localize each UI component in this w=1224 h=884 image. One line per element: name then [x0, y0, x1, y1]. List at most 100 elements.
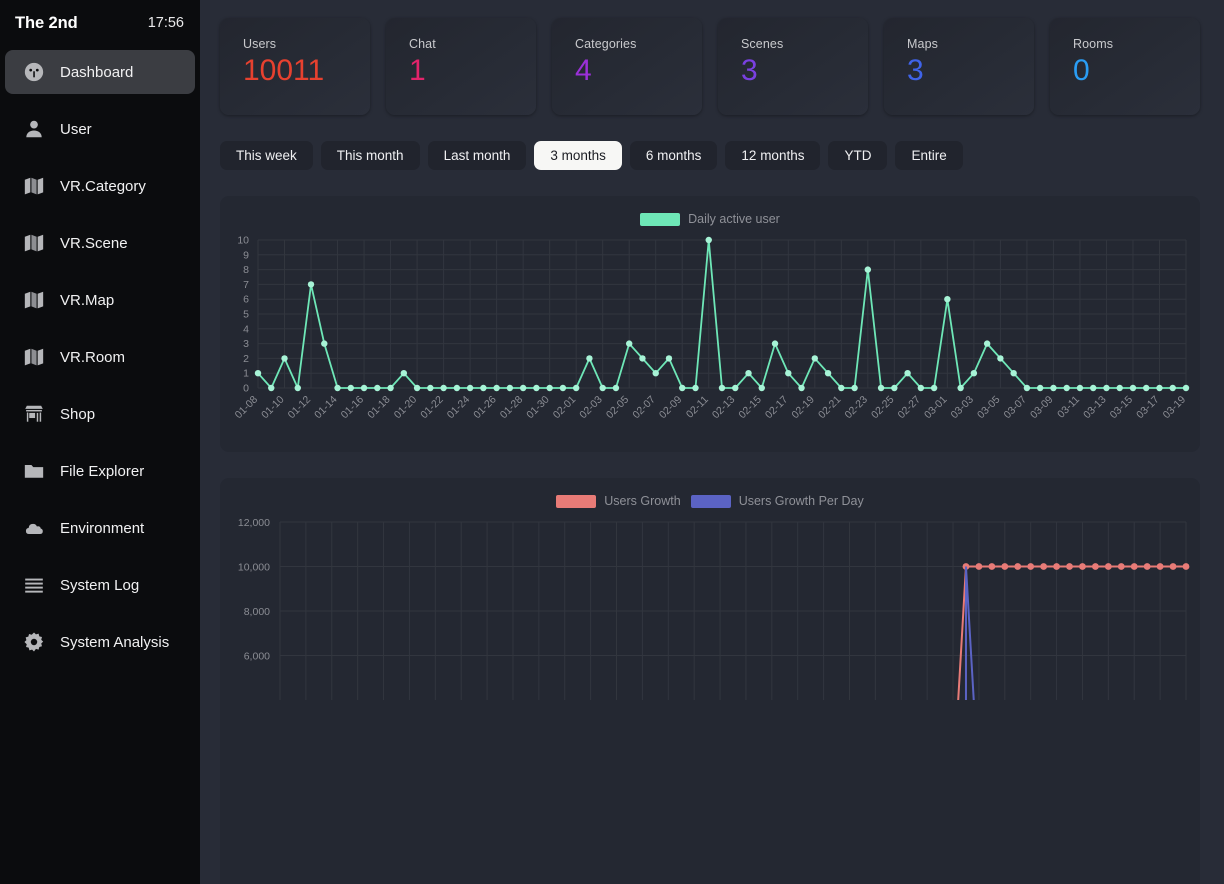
sidebar-item-dashboard[interactable]: Dashboard	[5, 50, 195, 94]
svg-text:3: 3	[243, 338, 249, 350]
sidebar-header: The 2nd 17:56	[0, 0, 200, 46]
stat-card-users[interactable]: Users 10011	[220, 18, 370, 115]
svg-text:9: 9	[243, 249, 249, 261]
svg-text:01-24: 01-24	[445, 394, 473, 422]
stat-card-label: Scenes	[741, 37, 784, 51]
filter-3-months[interactable]: 3 months	[534, 141, 622, 170]
stat-card-value: 3	[741, 54, 758, 87]
stat-card-categories[interactable]: Categories 4	[552, 18, 702, 115]
svg-text:03-19: 03-19	[1161, 394, 1189, 422]
legend-swatch-icon	[640, 212, 681, 226]
stat-card-label: Chat	[409, 37, 436, 51]
svg-text:0: 0	[243, 383, 249, 395]
filter-this-week[interactable]: This week	[220, 141, 313, 170]
sidebar-item-shop[interactable]: Shop	[5, 392, 195, 436]
filter-this-month[interactable]: This month	[320, 141, 420, 170]
svg-text:03-09: 03-09	[1028, 394, 1056, 422]
sidebar-item-vr-map[interactable]: VR.Map	[5, 278, 195, 322]
svg-text:02-23: 02-23	[842, 394, 870, 422]
svg-text:03-05: 03-05	[975, 394, 1003, 422]
svg-text:02-21: 02-21	[816, 394, 844, 422]
svg-text:2: 2	[243, 353, 249, 365]
sidebar-item-label: System Analysis	[60, 633, 170, 651]
svg-text:02-01: 02-01	[551, 394, 579, 422]
svg-text:03-11: 03-11	[1055, 394, 1082, 421]
daily-active-user-legend: Daily active user	[220, 206, 1200, 232]
svg-text:01-18: 01-18	[365, 394, 393, 422]
svg-text:03-07: 03-07	[1002, 394, 1030, 422]
svg-text:01-10: 01-10	[259, 394, 287, 422]
stat-card-chat[interactable]: Chat 1	[386, 18, 536, 115]
filter-6-months[interactable]: 6 months	[629, 141, 718, 170]
gear-icon	[23, 631, 45, 653]
sidebar-item-vr-category[interactable]: VR.Category	[5, 164, 195, 208]
sidebar-item-vr-scene[interactable]: VR.Scene	[5, 221, 195, 265]
stat-card-label: Rooms	[1073, 37, 1114, 51]
svg-text:8: 8	[243, 264, 249, 276]
sidebar-item-label: VR.Map	[60, 291, 115, 309]
sidebar-item-label: Dashboard	[60, 63, 134, 81]
filter-last-month[interactable]: Last month	[427, 141, 527, 170]
sidebar-item-label: VR.Category	[60, 177, 146, 195]
app-title: The 2nd	[15, 13, 78, 32]
sidebar-item-system-log[interactable]: System Log	[5, 563, 195, 607]
svg-text:02-19: 02-19	[789, 394, 817, 422]
sidebar-nav: Dashboard User VR.Category VR.Scene VR.Map VR…	[0, 46, 200, 664]
map-book-icon	[23, 346, 45, 368]
svg-text:02-25: 02-25	[869, 394, 897, 422]
filter-ytd[interactable]: YTD	[828, 141, 888, 170]
stat-card-value: 0	[1073, 54, 1090, 87]
svg-text:02-05: 02-05	[604, 394, 632, 422]
svg-text:5: 5	[243, 309, 249, 321]
user-icon	[23, 118, 45, 140]
sidebar-item-label: VR.Scene	[60, 234, 128, 252]
sidebar-item-label: System Log	[60, 576, 140, 594]
svg-text:6,000: 6,000	[244, 651, 270, 663]
daily-active-user-plot[interactable]: 0 1 2 3 4 5 6 7 8 9 10 01-08 01-10 01-12 01-14 01-16 01-…	[220, 232, 1200, 450]
sidebar-item-environment[interactable]: Environment	[5, 506, 195, 550]
svg-text:1: 1	[243, 368, 249, 380]
svg-text:02-13: 02-13	[710, 394, 738, 422]
sidebar-item-vr-room[interactable]: VR.Room	[5, 335, 195, 379]
sidebar-item-label: File Explorer	[60, 462, 145, 480]
svg-text:10,000: 10,000	[238, 562, 270, 574]
sidebar-item-label: Environment	[60, 519, 145, 537]
svg-text:01-08: 01-08	[233, 394, 261, 422]
svg-text:01-14: 01-14	[312, 394, 340, 422]
sidebar-item-label: User	[60, 120, 92, 138]
stat-card-label: Users	[243, 37, 277, 51]
svg-text:03-17: 03-17	[1134, 394, 1162, 422]
stat-card-scenes[interactable]: Scenes 3	[718, 18, 868, 115]
svg-text:02-03: 02-03	[577, 394, 605, 422]
svg-text:03-13: 03-13	[1081, 394, 1109, 422]
stat-card-value: 10011	[243, 54, 325, 87]
sidebar-item-file-explorer[interactable]: File Explorer	[5, 449, 195, 493]
svg-text:6: 6	[243, 294, 249, 306]
filter-12-months[interactable]: 12 months	[725, 141, 821, 170]
legend-item[interactable]: Users Growth Per Day	[690, 494, 864, 508]
sidebar-item-label: Shop	[60, 405, 96, 423]
legend-label: Users Growth	[604, 494, 681, 508]
svg-text:02-27: 02-27	[896, 394, 924, 422]
svg-text:7: 7	[243, 279, 249, 291]
svg-text:01-20: 01-20	[392, 394, 420, 422]
time-range-filter-group: This week This month Last month 3 months 6 m…	[220, 141, 1200, 170]
legend-item[interactable]: Users Growth	[556, 494, 681, 508]
stat-card-value: 1	[409, 54, 426, 87]
stat-card-rooms[interactable]: Rooms 0	[1050, 18, 1200, 115]
users-growth-plot[interactable]: 12,000 10,000 8,000 6,000	[220, 514, 1200, 700]
legend-label: Users Growth Per Day	[738, 494, 864, 508]
svg-text:10: 10	[237, 235, 249, 247]
legend-item[interactable]: Daily active user	[640, 212, 780, 226]
svg-text:02-07: 02-07	[630, 394, 658, 422]
svg-text:02-09: 02-09	[657, 394, 685, 422]
sidebar-item-label: VR.Room	[60, 348, 126, 366]
svg-text:01-12: 01-12	[286, 394, 314, 422]
svg-text:01-26: 01-26	[471, 394, 499, 422]
sidebar-item-system-analysis[interactable]: System Analysis	[5, 620, 195, 664]
sidebar-item-user[interactable]: User	[5, 107, 195, 151]
filter-entire[interactable]: Entire	[895, 141, 963, 170]
stat-card-value: 3	[907, 54, 924, 87]
stat-card-maps[interactable]: Maps 3	[884, 18, 1034, 115]
svg-text:01-30: 01-30	[524, 394, 552, 422]
